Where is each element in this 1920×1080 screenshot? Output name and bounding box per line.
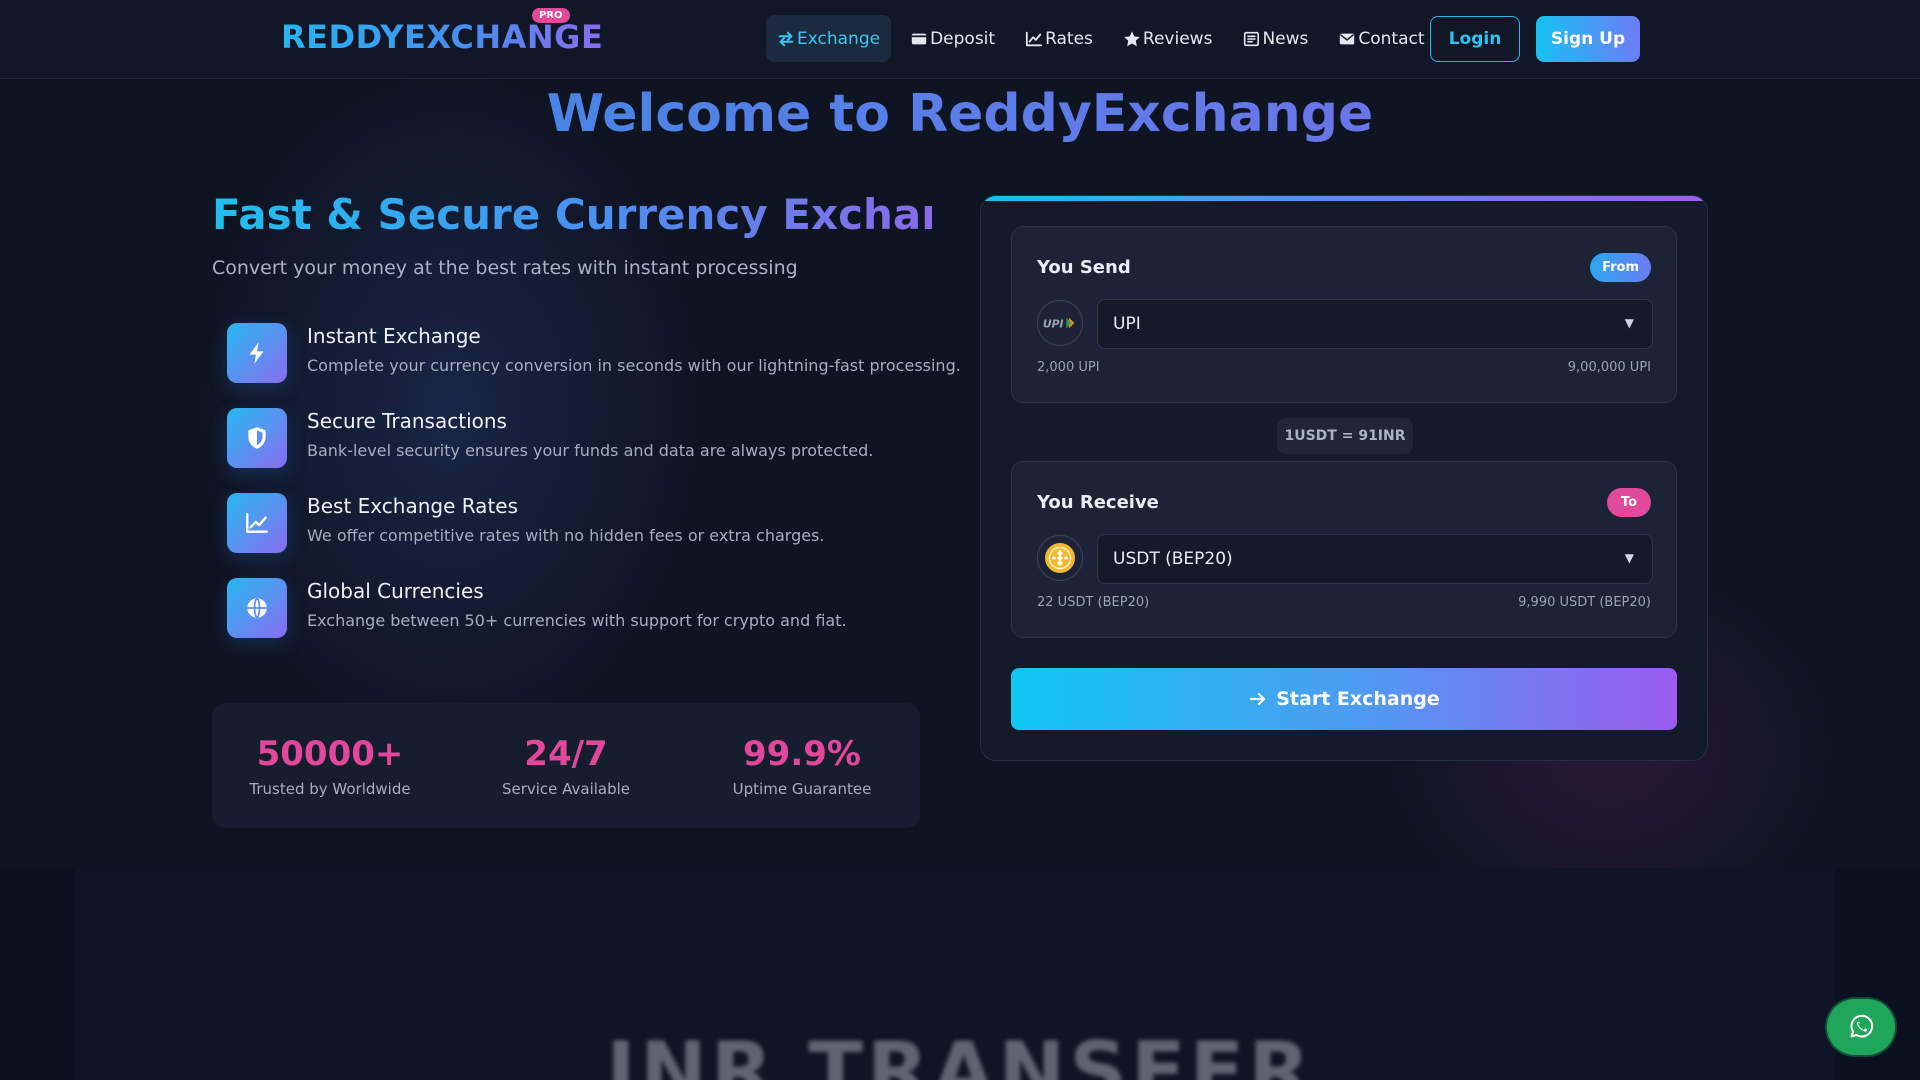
login-button[interactable]: Login [1430,16,1520,62]
svg-text:UPI: UPI [1043,318,1064,331]
welcome-heading: Welcome to ReddyExchange [0,84,1920,144]
feature-icon-box [227,578,287,638]
newspaper-icon [1244,31,1260,46]
stat-value: 24/7 [524,733,608,774]
receive-title: You Receive [1037,492,1159,513]
from-badge: From [1590,253,1651,282]
feature-text: Best Exchange Rates We offer competitive… [307,494,825,545]
nav-link-label: Rates [1045,28,1093,49]
receive-currency-select[interactable]: USDT (BEP20) ▼ [1097,534,1653,584]
nav-link-rates[interactable]: Rates [1014,15,1104,62]
exchange-arrows-icon [778,31,794,46]
exchange-rate-pill: 1USDT = 91INR [1277,418,1413,454]
nav-link-deposit[interactable]: Deposit [899,15,1006,62]
hero-left-column: Fast & Secure Currency Exchange Convert … [212,190,1010,663]
stat-label: Service Available [501,779,631,798]
feature-description: Bank-level security ensures your funds a… [307,441,874,460]
card-accent-bar [981,196,1707,201]
start-exchange-label: Start Exchange [1276,688,1440,710]
exchange-card: You Send From UPI UPI ▼ 2,000 UPI 9,00,0… [980,195,1708,761]
stat-item: 50000+ Trusted by Worldwide [230,734,430,798]
star-icon [1124,30,1140,46]
nav-link-exchange[interactable]: Exchange [766,15,892,62]
nav-link-label: Reviews [1142,28,1213,49]
shield-icon [248,427,266,449]
feature-icon-box [227,493,287,553]
feature-title: Instant Exchange [307,324,481,348]
feature-item: Best Exchange Rates We offer competitive… [227,493,932,578]
nav-link-reviews[interactable]: Reviews [1112,15,1224,62]
feature-item: Global Currencies Exchange between 50+ c… [227,578,932,663]
send-max-limit: 9,00,000 UPI [1567,360,1651,375]
envelope-icon [1340,33,1355,44]
start-exchange-button[interactable]: Start Exchange [1011,668,1677,730]
whatsapp-icon [1850,1014,1874,1038]
caret-down-icon: ▼ [1624,551,1634,565]
nav-link-label: Contact [1358,28,1425,49]
hero-subtitle: Convert your money at the best rates wit… [212,257,798,279]
feature-item: Instant Exchange Complete your currency … [227,323,961,408]
feature-title: Global Currencies [307,579,484,603]
feature-text: Global Currencies Exchange between 50+ c… [307,579,847,630]
receive-panel: You Receive To USDT (BEP20) ▼ 22 USDT (B… [1011,461,1677,638]
feature-text: Secure Transactions Bank-level security … [307,409,873,460]
whatsapp-button[interactable] [1827,999,1895,1055]
nav-link-news[interactable]: News [1231,15,1319,62]
receive-min-limit: 22 USDT (BEP20) [1037,595,1150,610]
nav-link-label: Exchange [797,28,881,49]
feature-text: Instant Exchange Complete your currency … [307,324,961,375]
feature-description: Exchange between 50+ currencies with sup… [307,611,847,630]
feature-icon-box [227,408,287,468]
chart-line-icon [246,513,268,533]
wallet-icon [911,33,927,44]
sign-up-button[interactable]: Sign Up [1536,16,1640,62]
nav-link-contact[interactable]: Contact [1327,15,1435,62]
stat-item: 24/7 Service Available [466,734,666,798]
receive-max-limit: 9,990 USDT (BEP20) [1518,595,1651,610]
arrow-right-icon [1250,692,1266,706]
feature-icon-box [227,323,287,383]
nav-link-label: News [1262,28,1309,49]
feature-item: Secure Transactions Bank-level security … [227,408,932,493]
send-panel: You Send From UPI UPI ▼ 2,000 UPI 9,00,0… [1011,226,1677,403]
inr-transfer-heading: INR TRANSFER [606,1025,1314,1080]
hero-title: Fast & Secure Currency Exchange [212,190,1010,239]
upi-logo-icon: UPI [1037,300,1083,346]
feature-description: We offer competitive rates with no hidde… [307,526,825,545]
send-title: You Send [1037,257,1131,278]
bnb-coin-icon [1037,535,1083,581]
feature-title: Best Exchange Rates [307,494,519,518]
stat-value: 50000+ [256,733,404,774]
to-badge: To [1606,488,1651,517]
bolt-icon [249,342,264,364]
feature-list: Instant Exchange Complete your currency … [212,323,961,663]
feature-description: Complete your currency conversion in sec… [307,356,961,375]
top-navbar: REDDYEXCHANGE PRO Exchange Deposit Rates… [0,0,1920,79]
send-currency-value: UPI [1113,314,1141,334]
caret-down-icon: ▼ [1624,316,1634,330]
chart-line-icon [1025,31,1043,46]
pro-badge: PRO [532,8,570,23]
stat-label: Trusted by Worldwide [249,779,411,798]
stat-label: Uptime Guarantee [732,779,872,798]
send-min-limit: 2,000 UPI [1037,360,1100,375]
send-currency-select[interactable]: UPI ▼ [1097,299,1653,349]
brand-logo[interactable]: REDDYEXCHANGE [281,18,603,56]
receive-currency-value: USDT (BEP20) [1113,549,1233,569]
globe-icon [247,597,267,619]
stats-panel: 50000+ Trusted by Worldwide 24/7 Service… [212,703,920,828]
stat-value: 99.9% [743,733,861,774]
nav-links: Exchange Deposit Rates Reviews News Cont… [766,15,1436,62]
feature-title: Secure Transactions [307,409,507,433]
stat-item: 99.9% Uptime Guarantee [702,734,902,798]
nav-link-label: Deposit [930,28,996,49]
